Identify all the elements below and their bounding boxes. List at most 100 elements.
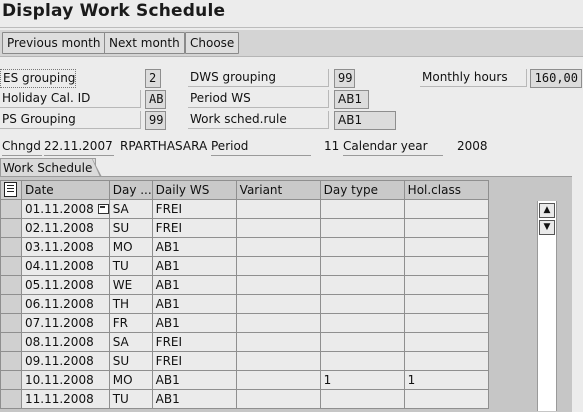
cell-date[interactable]: 04.11.2008 — [21, 256, 110, 276]
row-selector[interactable] — [0, 389, 22, 409]
cell-hol-class[interactable] — [403, 332, 489, 352]
previous-month-button[interactable]: Previous month — [2, 32, 106, 54]
cell-day-type[interactable] — [319, 389, 405, 409]
column-header-day-type[interactable]: Day type — [319, 180, 405, 200]
es-grouping-field[interactable]: 2 — [145, 69, 161, 88]
cell-variant[interactable] — [235, 199, 321, 219]
ps-grouping-field[interactable]: 99 — [145, 111, 166, 130]
tab-work-schedule[interactable]: Work Schedule — [0, 158, 96, 177]
cell-day-type[interactable] — [319, 332, 405, 352]
cell-date[interactable]: 11.11.2008 — [21, 389, 110, 409]
cell-day[interactable]: SU — [108, 351, 153, 371]
cell-day[interactable]: MO — [108, 370, 153, 390]
cell-day-type[interactable] — [319, 256, 405, 276]
cell-hol-class[interactable] — [403, 294, 489, 314]
row-selector[interactable] — [0, 294, 22, 314]
cell-daily-ws[interactable]: AB1 — [151, 294, 237, 314]
cell-variant[interactable] — [235, 294, 321, 314]
table-row[interactable]: 05.11.2008 WE AB1 — [0, 275, 489, 295]
cell-date[interactable]: 02.11.2008 — [21, 218, 110, 238]
cell-day[interactable]: SA — [108, 332, 153, 352]
cell-daily-ws[interactable]: AB1 — [151, 256, 237, 276]
cell-day[interactable]: TU — [108, 389, 153, 409]
row-selector[interactable] — [0, 237, 22, 257]
cell-day[interactable]: TH — [108, 294, 153, 314]
cell-daily-ws[interactable]: AB1 — [151, 370, 237, 390]
table-row[interactable]: 03.11.2008 MO AB1 — [0, 237, 489, 257]
row-selector[interactable] — [0, 351, 22, 371]
cell-day-type[interactable] — [319, 237, 405, 257]
cell-daily-ws[interactable]: AB1 — [151, 237, 237, 257]
column-header-daily-ws[interactable]: Daily WS — [151, 180, 237, 200]
cell-daily-ws[interactable]: FREI — [151, 199, 237, 219]
cell-day-type[interactable] — [319, 218, 405, 238]
cell-hol-class[interactable] — [403, 199, 489, 219]
table-row[interactable]: 06.11.2008 TH AB1 — [0, 294, 489, 314]
choose-button[interactable]: Choose — [185, 32, 240, 54]
cell-hol-class[interactable] — [403, 256, 489, 276]
cell-day-type[interactable] — [319, 294, 405, 314]
cell-date[interactable]: 05.11.2008 — [21, 275, 110, 295]
cell-date[interactable]: 01.11.2008 — [21, 199, 110, 219]
dws-grouping-field[interactable]: 99 — [334, 69, 355, 88]
cell-daily-ws[interactable]: FREI — [151, 351, 237, 371]
cell-day[interactable]: TU — [108, 256, 153, 276]
cell-daily-ws[interactable]: AB1 — [151, 275, 237, 295]
cell-date[interactable]: 10.11.2008 — [21, 370, 110, 390]
cell-day-type[interactable] — [319, 351, 405, 371]
cell-variant[interactable] — [235, 332, 321, 352]
next-month-button[interactable]: Next month — [104, 32, 185, 54]
work-sched-rule-field[interactable]: AB1 — [334, 111, 396, 130]
cell-daily-ws[interactable]: FREI — [151, 218, 237, 238]
cell-hol-class[interactable] — [403, 237, 489, 257]
calendar-icon[interactable] — [97, 204, 109, 214]
cell-variant[interactable] — [235, 237, 321, 257]
cell-hol-class[interactable] — [403, 275, 489, 295]
cell-hol-class[interactable] — [403, 389, 489, 409]
table-row[interactable]: 11.11.2008 TU AB1 — [0, 389, 489, 409]
row-selector[interactable] — [0, 332, 22, 352]
holiday-cal-field[interactable]: AB — [145, 90, 166, 109]
column-header-day[interactable]: Day ... — [108, 180, 153, 200]
cell-variant[interactable] — [235, 370, 321, 390]
cell-day-type[interactable] — [319, 313, 405, 333]
cell-day[interactable]: FR — [108, 313, 153, 333]
cell-variant[interactable] — [235, 275, 321, 295]
row-selector[interactable] — [0, 256, 22, 276]
row-selector[interactable] — [0, 199, 22, 219]
monthly-hours-field[interactable]: 160,00 — [530, 69, 582, 88]
cell-date[interactable]: 09.11.2008 — [21, 351, 110, 371]
row-selector[interactable] — [0, 313, 22, 333]
cell-hol-class[interactable] — [403, 218, 489, 238]
table-row[interactable]: 08.11.2008 SA FREI — [0, 332, 489, 352]
table-row[interactable]: 10.11.2008 MO AB1 1 1 — [0, 370, 489, 390]
table-row[interactable]: 07.11.2008 FR AB1 — [0, 313, 489, 333]
select-all-cell[interactable] — [0, 180, 22, 200]
cell-hol-class[interactable]: 1 — [403, 370, 489, 390]
select-all-icon[interactable] — [4, 182, 17, 197]
row-selector[interactable] — [0, 275, 22, 295]
arrow-down-icon[interactable]: ▼ — [539, 220, 555, 235]
arrow-up-icon[interactable]: ▲ — [539, 203, 555, 218]
cell-date[interactable]: 03.11.2008 — [21, 237, 110, 257]
cell-daily-ws[interactable]: FREI — [151, 332, 237, 352]
column-header-hol-class[interactable]: Hol.class — [403, 180, 489, 200]
table-row[interactable]: 09.11.2008 SU FREI — [0, 351, 489, 371]
cell-daily-ws[interactable]: AB1 — [151, 389, 237, 409]
cell-day[interactable]: WE — [108, 275, 153, 295]
cell-day[interactable]: SA — [108, 199, 153, 219]
cell-date[interactable]: 06.11.2008 — [21, 294, 110, 314]
cell-variant[interactable] — [235, 313, 321, 333]
vertical-scrollbar[interactable]: ▲ ▼ — [537, 201, 557, 411]
cell-day[interactable]: MO — [108, 237, 153, 257]
table-row[interactable]: 01.11.2008 SA FREI — [0, 199, 489, 219]
cell-variant[interactable] — [235, 389, 321, 409]
cell-variant[interactable] — [235, 351, 321, 371]
column-header-date[interactable]: Date — [21, 180, 110, 200]
cell-day[interactable]: SU — [108, 218, 153, 238]
period-ws-field[interactable]: AB1 — [334, 90, 369, 109]
cell-day-type[interactable]: 1 — [319, 370, 405, 390]
cell-date[interactable]: 08.11.2008 — [21, 332, 110, 352]
cell-day-type[interactable] — [319, 275, 405, 295]
cell-variant[interactable] — [235, 256, 321, 276]
